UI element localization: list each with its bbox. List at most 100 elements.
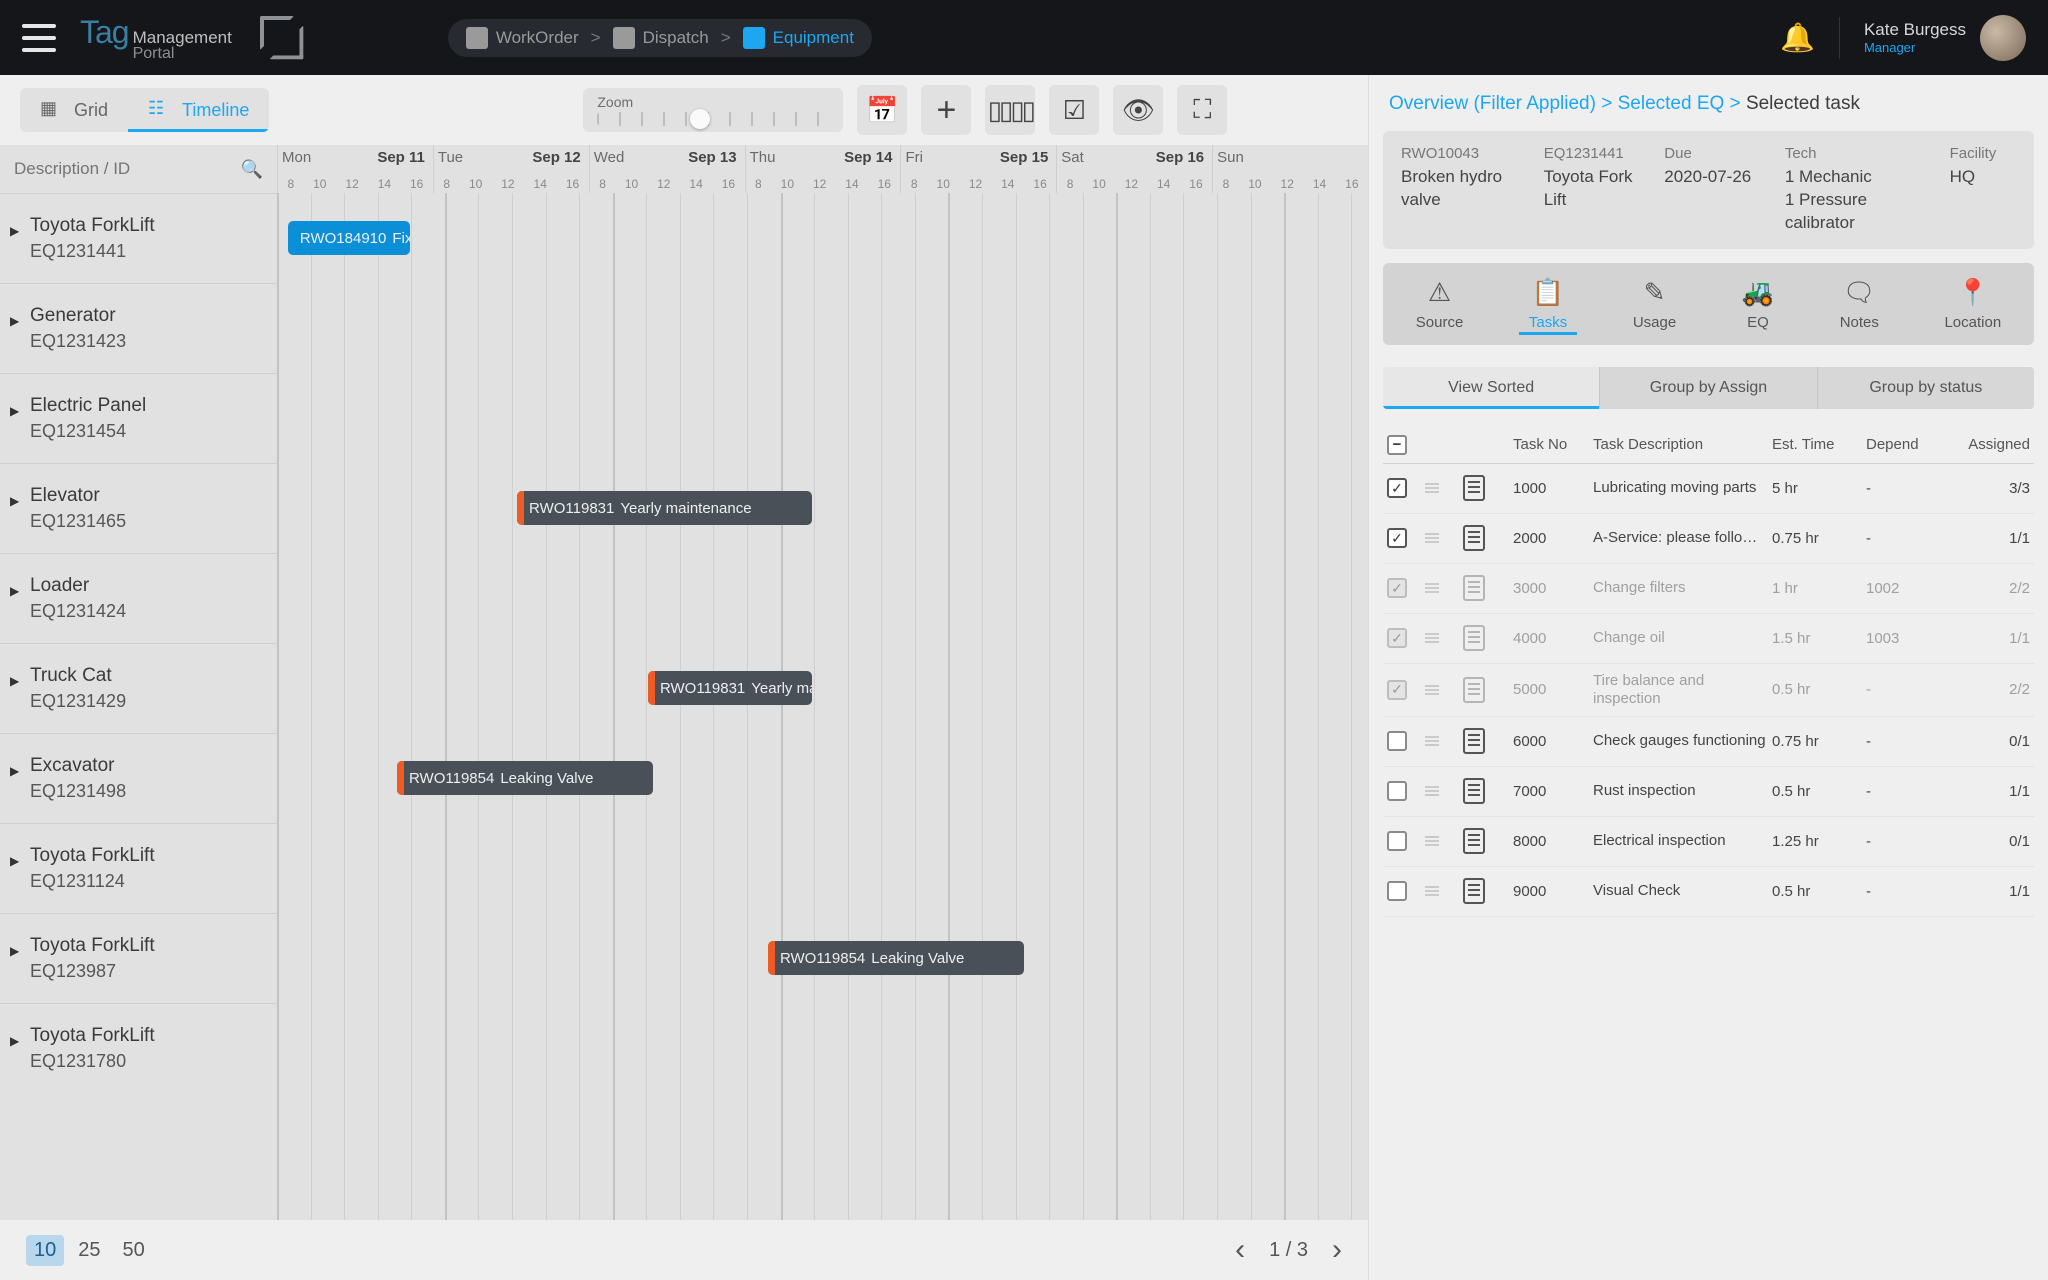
breadcrumb-item[interactable]: Equipment	[743, 27, 854, 49]
document-icon[interactable]	[1463, 778, 1485, 804]
document-icon[interactable]	[1463, 828, 1485, 854]
equipment-row[interactable]: ▶Electric PanelEQ1231454	[0, 373, 277, 463]
checklist-icon[interactable]: ☑	[1049, 85, 1099, 135]
timeline-bar[interactable]: RWO119831Yearly maintenance	[517, 491, 812, 525]
detail-tab-location[interactable]: 📍Location	[1934, 273, 2011, 335]
detail-tab-eq[interactable]: 🚜EQ	[1732, 273, 1784, 335]
expand-icon[interactable]: ▶	[10, 854, 19, 868]
drag-handle-icon[interactable]	[1425, 736, 1439, 746]
equipment-row[interactable]: ▶GeneratorEQ1231423	[0, 283, 277, 373]
page-size-option[interactable]: 25	[70, 1235, 108, 1266]
detail-tab-tasks[interactable]: 📋Tasks	[1519, 273, 1577, 335]
fullscreen-icon[interactable]: ⛶	[1177, 85, 1227, 135]
gear-eye-icon[interactable]: 👁	[1113, 85, 1163, 135]
avatar[interactable]	[1980, 15, 2026, 61]
drag-handle-icon[interactable]	[1425, 533, 1439, 543]
detail-tab-notes[interactable]: 🗨Notes	[1830, 273, 1889, 335]
detail-panel: Overview (Filter Applied) > Selected EQ …	[1368, 75, 2048, 1280]
group-button[interactable]: Group by Assign	[1599, 367, 1816, 409]
expand-icon[interactable]: ▶	[10, 494, 19, 508]
prev-page-button[interactable]: ‹	[1235, 1235, 1245, 1265]
expand-icon[interactable]: ▶	[10, 674, 19, 688]
detail-crumb-item[interactable]: Selected EQ	[1618, 93, 1725, 114]
breadcrumb-item[interactable]: Dispatch	[613, 27, 709, 49]
group-button[interactable]: View Sorted	[1383, 367, 1599, 409]
document-icon[interactable]	[1463, 475, 1485, 501]
next-page-button[interactable]: ›	[1332, 1235, 1342, 1265]
search-input[interactable]	[14, 159, 241, 179]
breadcrumb: WorkOrder>Dispatch>Equipment	[448, 19, 872, 57]
task-checkbox[interactable]	[1387, 528, 1407, 548]
user-menu[interactable]: Kate Burgess Manager	[1864, 15, 2026, 61]
equipment-row[interactable]: ▶Truck CatEQ1231429	[0, 643, 277, 733]
task-row[interactable]: 7000Rust inspection0.5 hr-1/1	[1383, 767, 2034, 817]
group-button[interactable]: Group by status	[1817, 367, 2034, 409]
task-row[interactable]: 4000Change oil1.5 hr10031/1	[1383, 614, 2034, 664]
equipment-row[interactable]: ▶Toyota ForkLiftEQ1231124	[0, 823, 277, 913]
barcode-icon[interactable]: ▯▯▯▯	[985, 85, 1035, 135]
document-icon[interactable]	[1463, 878, 1485, 904]
equipment-row[interactable]: ▶ElevatorEQ1231465	[0, 463, 277, 553]
equipment-row[interactable]: ▶LoaderEQ1231424	[0, 553, 277, 643]
select-all-checkbox[interactable]	[1387, 435, 1407, 455]
task-checkbox[interactable]	[1387, 578, 1407, 598]
task-checkbox[interactable]	[1387, 781, 1407, 801]
expand-icon[interactable]: ▶	[10, 944, 19, 958]
detail-crumb-item[interactable]: Overview (Filter Applied)	[1389, 93, 1596, 114]
page-size-option[interactable]: 10	[26, 1235, 64, 1266]
document-icon[interactable]	[1463, 677, 1485, 703]
document-icon[interactable]	[1463, 625, 1485, 651]
task-row[interactable]: 9000Visual Check0.5 hr-1/1	[1383, 867, 2034, 917]
equipment-row[interactable]: ▶Toyota ForkLiftEQ123987	[0, 913, 277, 1003]
detail-tab-usage[interactable]: ✎Usage	[1623, 273, 1686, 335]
drag-handle-icon[interactable]	[1425, 886, 1439, 896]
task-checkbox[interactable]	[1387, 831, 1407, 851]
timeline-chart[interactable]: MonSep 11810121416TueSep 12810121416WedS…	[277, 145, 1368, 1220]
add-button[interactable]: +	[921, 85, 971, 135]
task-row[interactable]: 5000Tire balance and inspection0.5 hr-2/…	[1383, 664, 2034, 717]
document-icon[interactable]	[1463, 575, 1485, 601]
drag-handle-icon[interactable]	[1425, 685, 1439, 695]
drag-handle-icon[interactable]	[1425, 583, 1439, 593]
grid-view-button[interactable]: ▦ Grid	[20, 88, 128, 132]
detail-crumb-item[interactable]: Selected task	[1746, 93, 1860, 114]
timeline-bar[interactable]: RWO119854Leaking Valve	[768, 941, 1024, 975]
expand-icon[interactable]: ▶	[10, 404, 19, 418]
expand-icon[interactable]: ▶	[10, 314, 19, 328]
menu-icon[interactable]	[22, 24, 56, 52]
timeline-bar[interactable]: RWO184910Fixi…	[288, 221, 410, 255]
document-icon[interactable]	[1463, 728, 1485, 754]
timeline-bar[interactable]: RWO119854Leaking Valve	[397, 761, 653, 795]
task-row[interactable]: 3000Change filters1 hr10022/2	[1383, 564, 2034, 614]
task-row[interactable]: 2000A-Service: please follo…0.75 hr-1/1	[1383, 514, 2034, 564]
task-row[interactable]: 6000Check gauges functioning0.75 hr-0/1	[1383, 717, 2034, 767]
detail-tab-source[interactable]: ⚠Source	[1406, 273, 1474, 335]
drag-handle-icon[interactable]	[1425, 836, 1439, 846]
task-checkbox[interactable]	[1387, 680, 1407, 700]
task-row[interactable]: 8000Electrical inspection1.25 hr-0/1	[1383, 817, 2034, 867]
equipment-row[interactable]: ▶Toyota ForkLiftEQ1231441	[0, 193, 277, 283]
equipment-row[interactable]: ▶Toyota ForkLiftEQ1231780	[0, 1003, 277, 1093]
equipment-row[interactable]: ▶ExcavatorEQ1231498	[0, 733, 277, 823]
task-checkbox[interactable]	[1387, 731, 1407, 751]
bell-icon[interactable]: 🔔	[1780, 21, 1815, 54]
expand-icon[interactable]: ▶	[10, 1034, 19, 1048]
expand-icon[interactable]: ▶	[10, 224, 19, 238]
task-row[interactable]: 1000Lubricating moving parts5 hr-3/3	[1383, 464, 2034, 514]
timeline-view-button[interactable]: ☷ Timeline	[128, 88, 269, 132]
calendar-icon[interactable]: 📅	[857, 85, 907, 135]
task-checkbox[interactable]	[1387, 478, 1407, 498]
page-size-option[interactable]: 50	[115, 1235, 153, 1266]
task-checkbox[interactable]	[1387, 628, 1407, 648]
task-checkbox[interactable]	[1387, 881, 1407, 901]
document-icon[interactable]	[1463, 525, 1485, 551]
expand-icon[interactable]: ▶	[10, 764, 19, 778]
drag-handle-icon[interactable]	[1425, 633, 1439, 643]
breadcrumb-item[interactable]: WorkOrder	[466, 27, 579, 49]
timeline-bar[interactable]: RWO119831Yearly ma	[648, 671, 812, 705]
search-icon[interactable]: 🔍	[241, 159, 263, 180]
zoom-slider[interactable]: Zoom	[583, 88, 843, 132]
expand-icon[interactable]: ▶	[10, 584, 19, 598]
drag-handle-icon[interactable]	[1425, 483, 1439, 493]
drag-handle-icon[interactable]	[1425, 786, 1439, 796]
